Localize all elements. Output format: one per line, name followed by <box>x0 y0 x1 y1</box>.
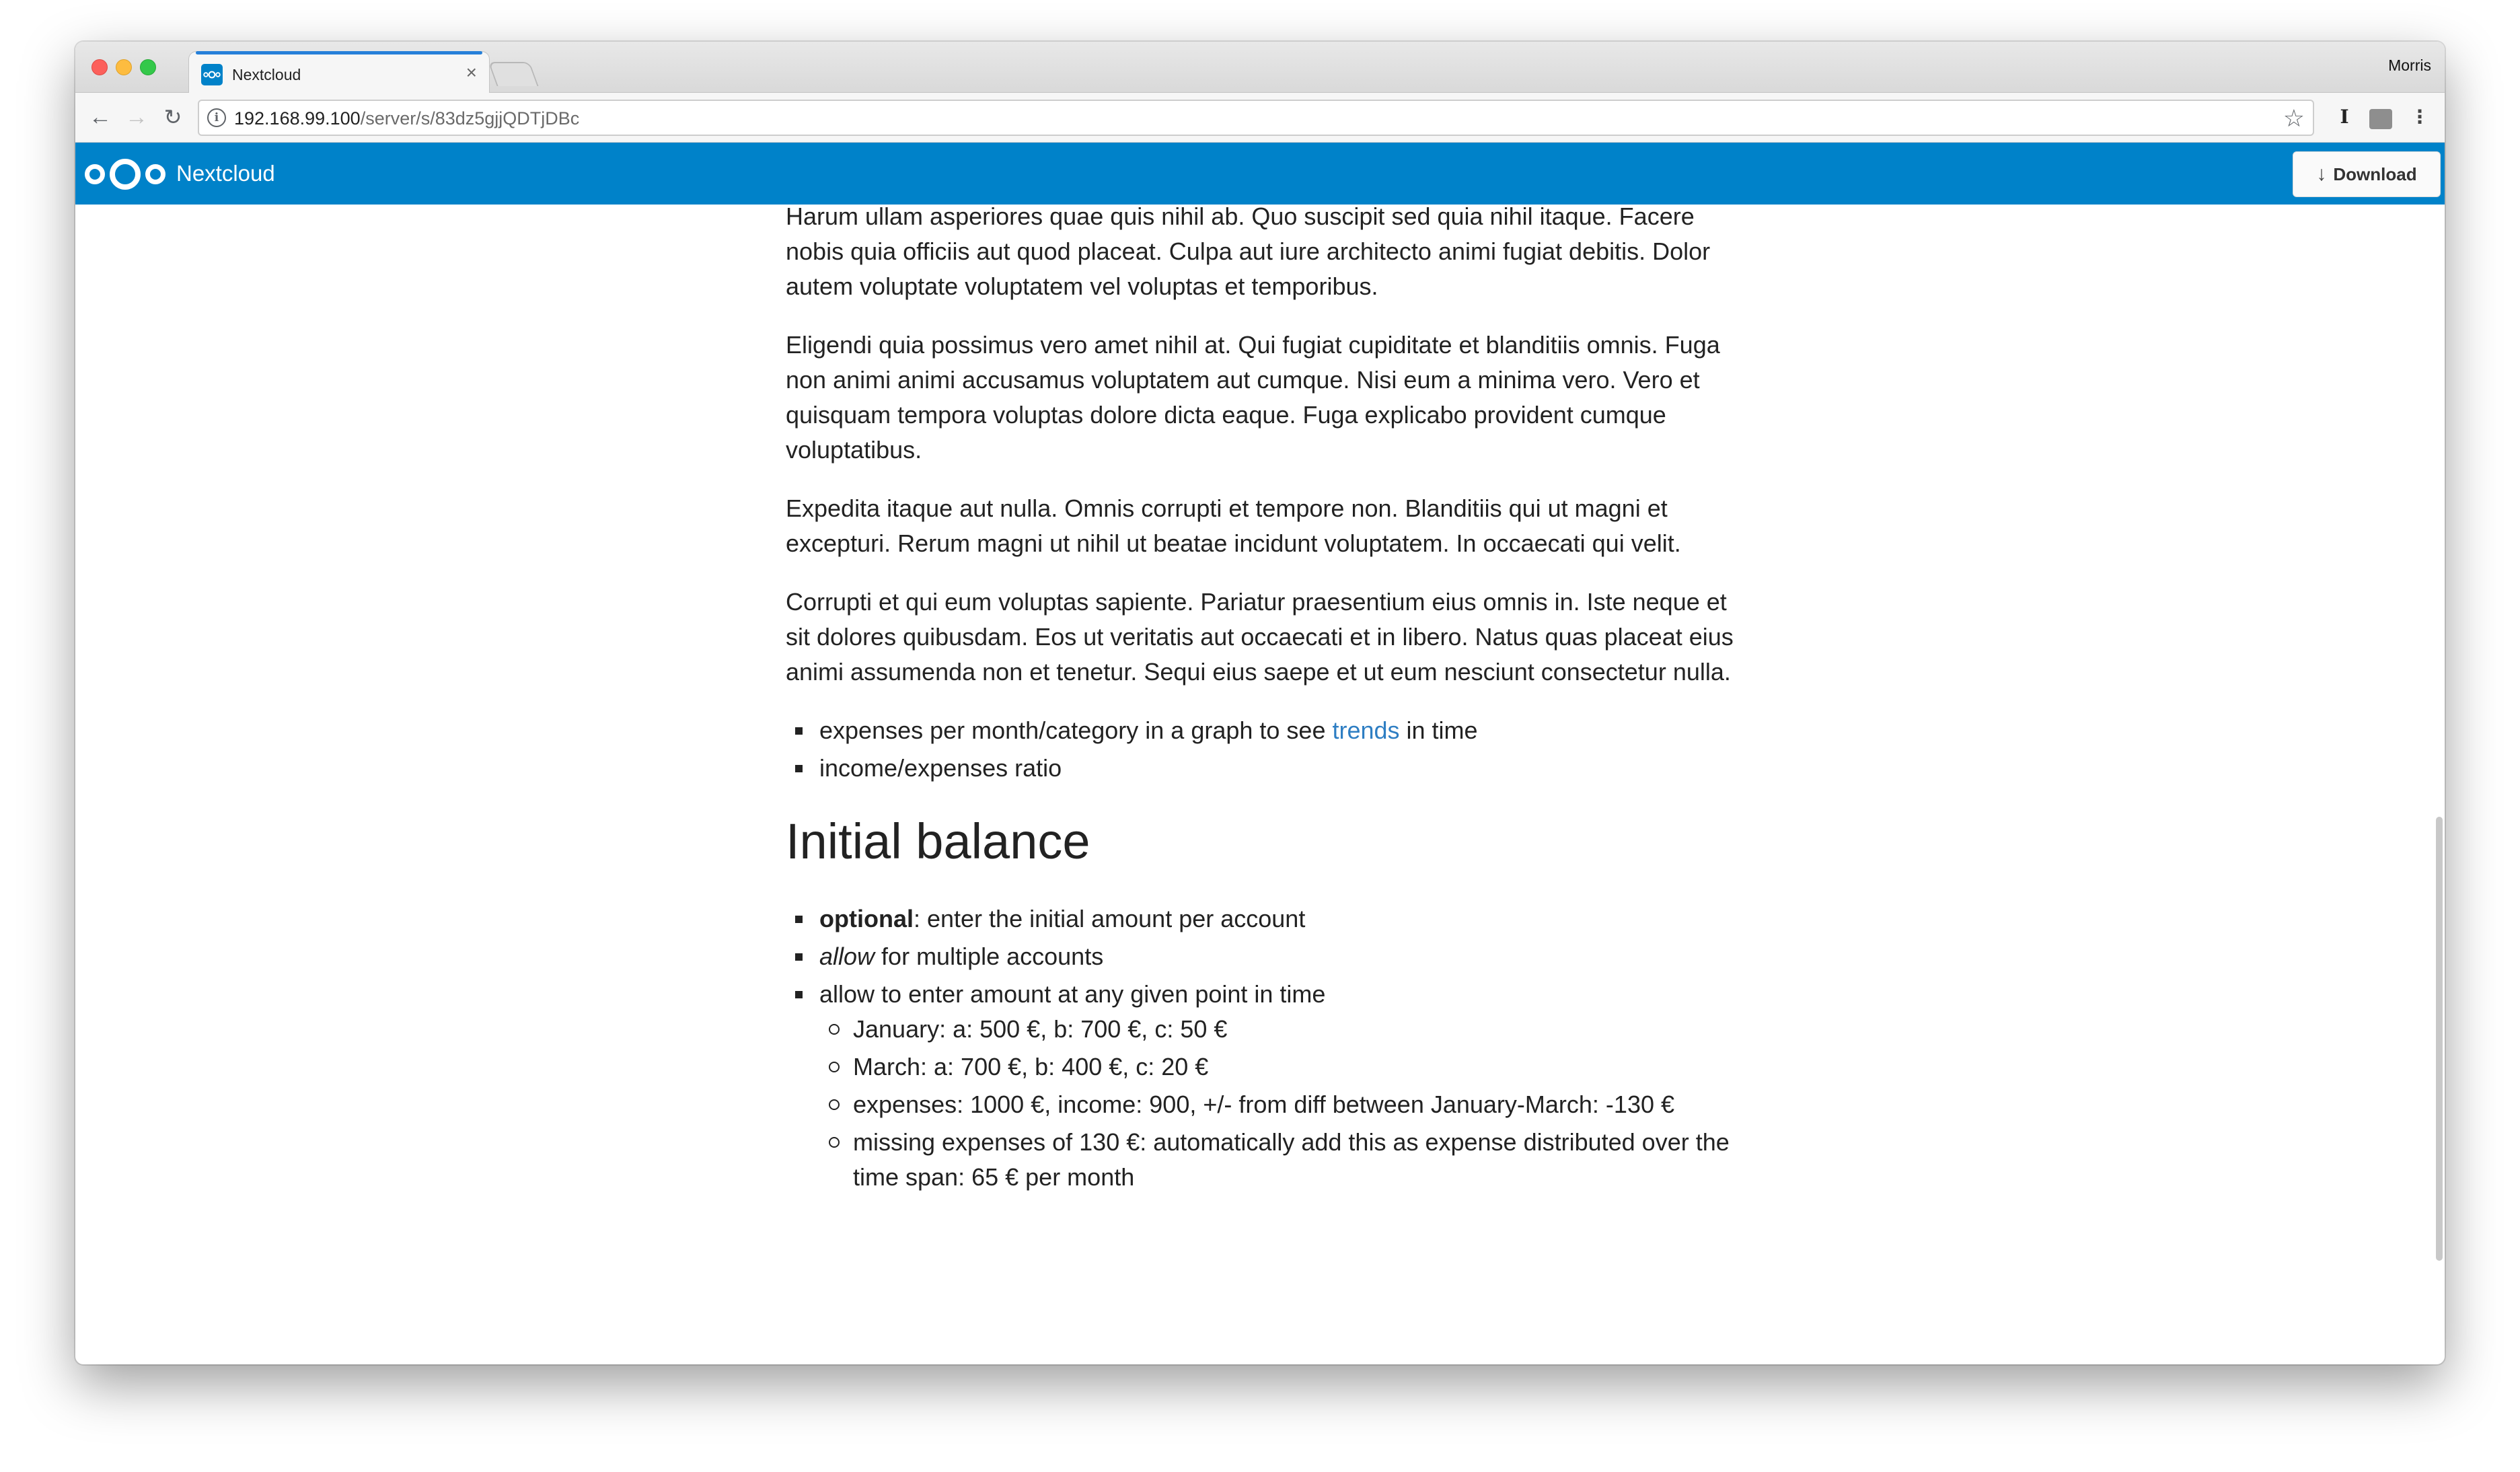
list-item-text: income/expenses ratio <box>819 754 1062 782</box>
list-item: optional: enter the initial amount per a… <box>786 901 1748 936</box>
page-scrollbar[interactable] <box>2433 205 2445 1364</box>
extension-i-icon[interactable]: I <box>2334 104 2355 131</box>
bookmark-star-icon[interactable]: ☆ <box>2283 104 2305 133</box>
browser-toolbar: ← → ↻ i 192.168.99.100/server/s/83dz5gjj… <box>75 93 2445 143</box>
list-item-text: for multiple accounts <box>875 943 1104 970</box>
list-item-text: : enter the initial amount per account <box>913 905 1306 932</box>
nested-list: January: a: 500 €, b: 700 €, c: 50 € Mar… <box>819 1012 1748 1195</box>
nextcloud-favicon-icon <box>201 64 223 85</box>
download-arrow-icon: ↓ <box>2316 163 2327 185</box>
list-item-bold: optional <box>819 905 914 932</box>
list-item-text: allow to enter amount at any given point… <box>819 980 1326 1008</box>
trends-link[interactable]: trends <box>1332 716 1399 744</box>
document-content: Harum ullam asperiores quae quis nihil a… <box>786 199 1748 1220</box>
url-text[interactable]: 192.168.99.100/server/s/83dz5gjjQDTjDBc <box>234 108 579 128</box>
tab-strip: Nextcloud × Morris <box>75 42 2445 94</box>
nextcloud-header: Nextcloud ↓ Download <box>75 143 2445 205</box>
nested-list-item: missing expenses of 130 €: automatically… <box>819 1125 1748 1195</box>
nested-list-item: March: a: 700 €, b: 400 €, c: 20 € <box>819 1050 1748 1084</box>
back-arrow-icon[interactable]: ← <box>83 100 117 135</box>
zoom-window-button[interactable] <box>140 59 156 75</box>
tab-close-icon[interactable]: × <box>466 63 477 83</box>
download-label: Download <box>2333 163 2417 184</box>
list-item: expenses per month/category in a graph t… <box>786 713 1748 748</box>
paragraph: Corrupti et qui eum voluptas sapiente. P… <box>786 588 1734 686</box>
nextcloud-logo-icon[interactable] <box>83 156 167 192</box>
tab-nextcloud[interactable]: Nextcloud × <box>188 51 490 94</box>
forward-arrow-icon[interactable]: → <box>120 100 153 135</box>
reload-icon[interactable]: ↻ <box>156 100 190 135</box>
paragraph: Expedita itaque aut nulla. Omnis corrupt… <box>786 494 1681 557</box>
list-item: allow to enter amount at any given point… <box>786 977 1748 1195</box>
initial-balance-list: optional: enter the initial amount per a… <box>786 901 1748 1195</box>
profile-name[interactable]: Morris <box>2388 57 2431 75</box>
info-icon[interactable]: i <box>207 108 226 127</box>
url-host: 192.168.99.100 <box>234 108 361 128</box>
list-item-text: expenses per month/category in a graph t… <box>819 716 1333 744</box>
address-bar[interactable]: i 192.168.99.100/server/s/83dz5gjjQDTjDB… <box>198 100 2314 136</box>
minimize-window-button[interactable] <box>116 59 132 75</box>
features-list: expenses per month/category in a graph t… <box>786 713 1748 786</box>
app-name: Nextcloud <box>176 161 275 186</box>
download-button[interactable]: ↓ Download <box>2293 151 2441 197</box>
new-tab-button[interactable] <box>488 62 539 86</box>
tab-title: Nextcloud <box>232 66 301 83</box>
url-path: /server/s/83dz5gjjQDTjDBc <box>360 108 580 128</box>
list-item: allow for multiple accounts <box>786 939 1748 974</box>
scrollbar-thumb[interactable] <box>2436 817 2443 1261</box>
list-item: income/expenses ratio <box>786 751 1748 786</box>
nextcloud-extension-icon[interactable] <box>2369 109 2392 129</box>
close-window-button[interactable] <box>91 59 108 75</box>
tab-active-indicator <box>196 51 482 54</box>
browser-menu-icon[interactable]: ⋮ <box>2410 104 2430 131</box>
paragraph: Harum ullam asperiores quae quis nihil a… <box>786 203 1711 300</box>
nested-list-item: January: a: 500 €, b: 700 €, c: 50 € <box>819 1012 1748 1047</box>
nested-list-item: expenses: 1000 €, income: 900, +/- from … <box>819 1087 1748 1122</box>
paragraph: Eligendi quia possimus vero amet nihil a… <box>786 331 1720 464</box>
browser-window: Nextcloud × Morris ← → ↻ i 192.168.99.10… <box>75 42 2445 1364</box>
list-item-italic: allow <box>819 943 875 970</box>
list-item-text: in time <box>1399 716 1478 744</box>
section-heading: Initial balance <box>786 813 1090 869</box>
